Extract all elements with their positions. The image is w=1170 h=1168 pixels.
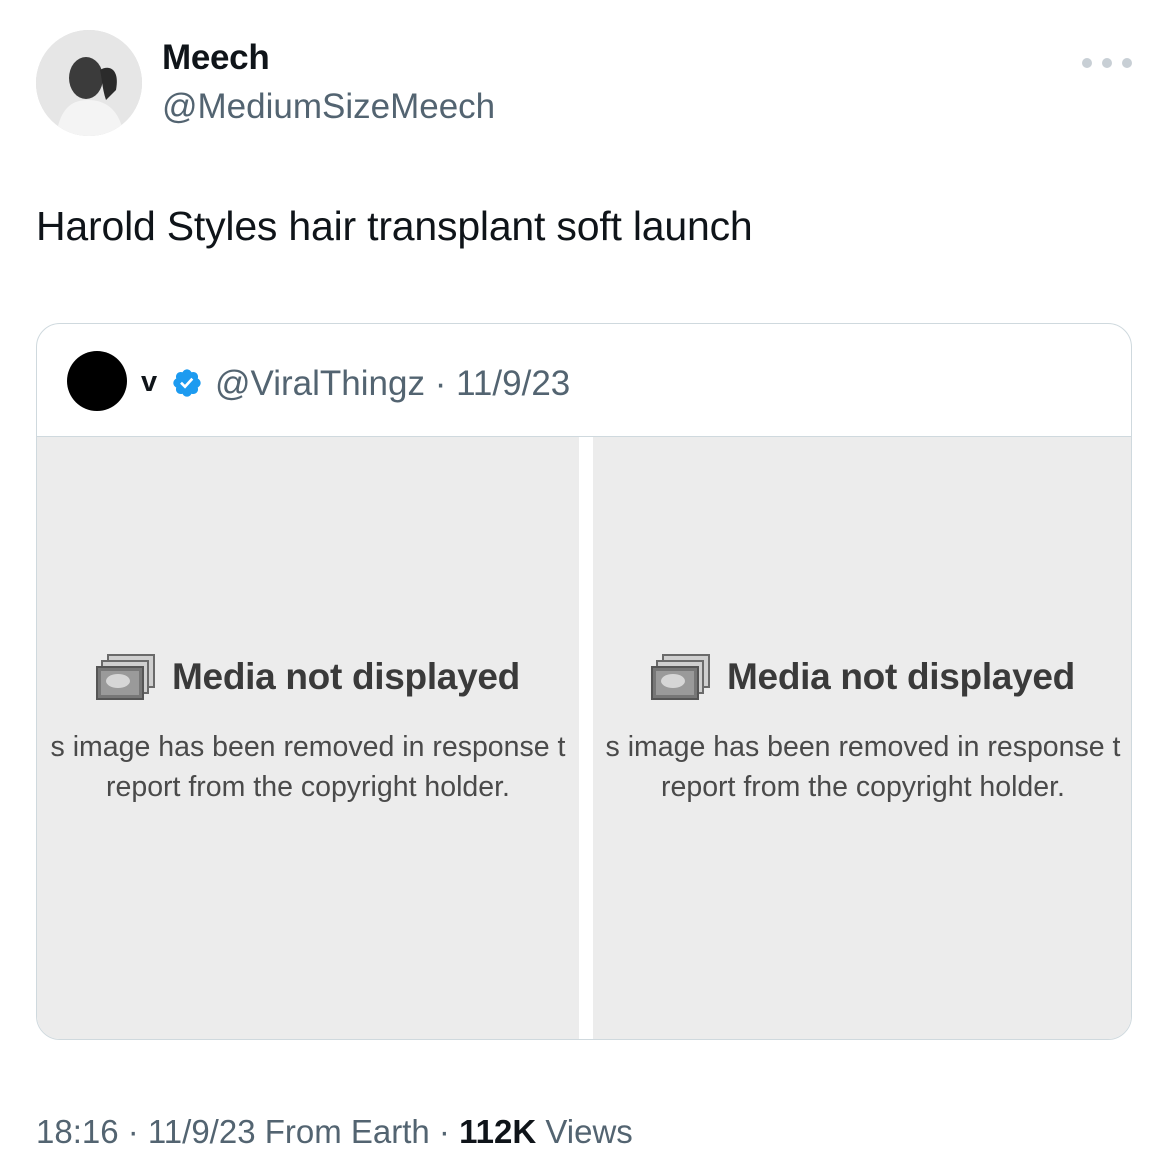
avatar-image <box>36 30 142 136</box>
more-icon[interactable] <box>1082 48 1132 78</box>
media-notice-text: s image has been removed in response t r… <box>50 731 566 803</box>
tweet-text: Harold Styles hair transplant soft launc… <box>36 203 753 249</box>
quoted-tweet-meta: @ViralThingz · 11/9/23 <box>215 364 571 403</box>
quoted-tweet-header: v @ViralThingz · 11/9/23 <box>37 324 1131 436</box>
tweet-footer-meta: 18:16 · 11/9/23 From Earth · 112K Views <box>36 1113 633 1151</box>
quoted-author-avatar <box>67 351 127 411</box>
media-item[interactable]: Media not displayed s image has been rem… <box>37 437 579 1039</box>
tweet-timestamp[interactable]: 18:16 · 11/9/23 From Earth · <box>36 1113 459 1150</box>
quoted-author-name: v <box>141 366 158 398</box>
media-placeholder-icon <box>96 654 156 700</box>
views-count: 112K <box>459 1113 537 1150</box>
media-notice-title: Media not displayed <box>172 656 520 697</box>
media-placeholder-icon <box>651 654 711 700</box>
author-avatar[interactable] <box>36 30 142 136</box>
views-label: Views <box>536 1113 633 1150</box>
author-handle[interactable]: @MediumSizeMeech <box>162 87 495 127</box>
author-name[interactable]: Meech <box>162 38 270 78</box>
media-notice-text: s image has been removed in response t r… <box>605 731 1121 803</box>
quoted-tweet-card[interactable]: v @ViralThingz · 11/9/23 Media not displ… <box>36 323 1132 1040</box>
media-notice-title: Media not displayed <box>727 656 1075 697</box>
media-grid: Media not displayed s image has been rem… <box>37 436 1131 1039</box>
verified-icon <box>173 369 201 397</box>
media-item[interactable]: Media not displayed s image has been rem… <box>593 437 1131 1039</box>
